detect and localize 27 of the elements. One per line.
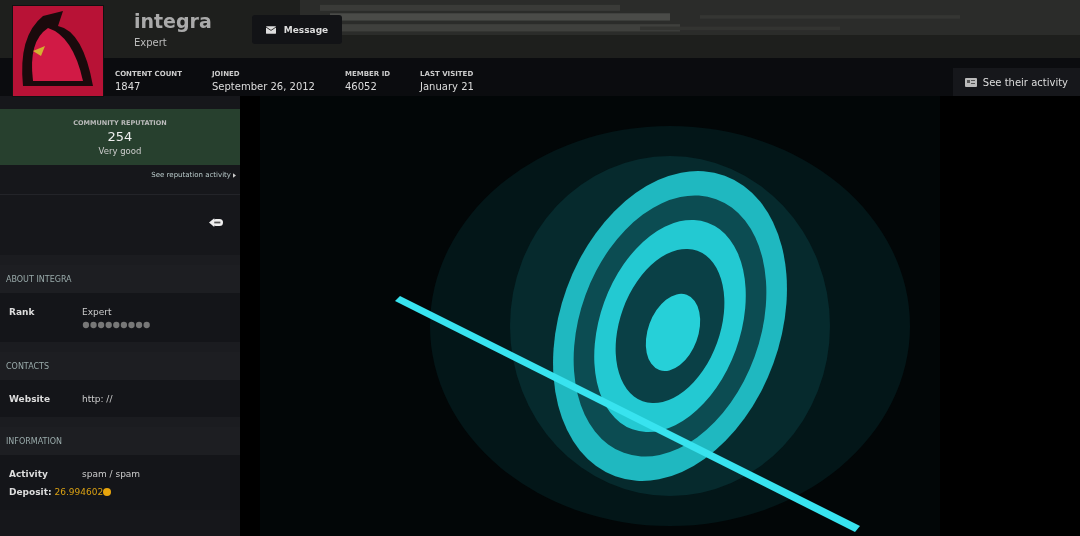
activity-button[interactable]: See their activity xyxy=(952,68,1080,96)
field-value: spam / spam xyxy=(82,469,141,479)
stat-value: January 21 xyxy=(420,81,474,92)
stat-value: 46052 xyxy=(344,81,378,92)
message-button[interactable]: Message xyxy=(251,15,343,44)
card-icon xyxy=(964,77,977,87)
section-title: INFORMATION xyxy=(6,436,63,446)
coin-icon xyxy=(103,488,112,496)
reputation-description: Very good xyxy=(98,145,142,156)
arrow-left-icon[interactable] xyxy=(209,218,223,227)
field-value: http: // xyxy=(82,394,113,404)
reputation-value: 254 xyxy=(107,128,133,144)
deposit-label: Deposit: xyxy=(9,487,52,497)
envelope-icon xyxy=(265,25,276,34)
section-title: ABOUT INTEGRA xyxy=(6,274,72,284)
caret-icon xyxy=(233,172,236,178)
field-label: Website xyxy=(9,394,51,404)
section-title: CONTACTS xyxy=(6,361,49,371)
deposit-value: 26.994602 xyxy=(54,487,104,497)
user-rank: Expert xyxy=(134,37,168,48)
rank-pips-icon xyxy=(82,321,151,329)
stat-value: September 26, 2012 xyxy=(212,81,315,92)
field-label: Activity xyxy=(9,469,49,479)
username: integra xyxy=(134,10,212,32)
stat-value: 1847 xyxy=(115,81,142,92)
field-label: Rank xyxy=(9,307,36,319)
field-value: Expert xyxy=(82,307,113,317)
